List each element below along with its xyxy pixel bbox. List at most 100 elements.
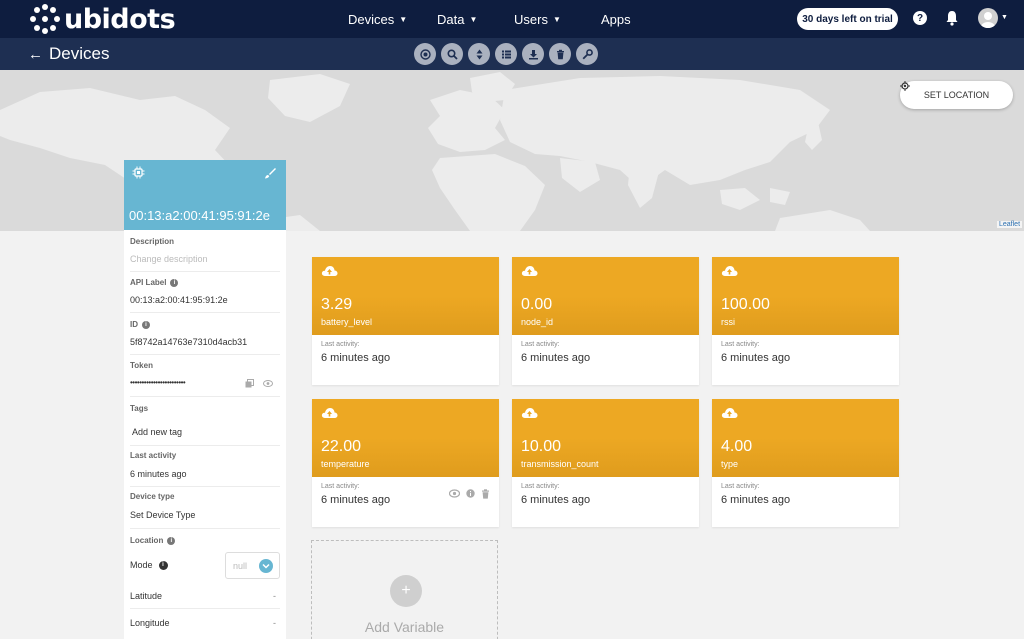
target-icon[interactable] [414,43,436,65]
latitude-value[interactable]: - [273,591,276,601]
variable-name: node_id [521,317,554,327]
mode-select[interactable]: null [225,552,280,579]
add-variable-button[interactable]: + Add Variable [311,540,498,639]
nav-devices-label: Devices [348,11,395,27]
divider [130,396,280,397]
crosshair-icon [900,81,910,91]
cloud-upload-icon [521,266,538,276]
variable-card-header: 10.00 transmission_count [512,399,699,477]
variable-value: 0.00 [521,296,553,313]
variable-name: battery_level [321,317,373,327]
add-variable-label: Add Variable [364,619,445,635]
eye-icon[interactable] [263,380,273,387]
nav-devices[interactable]: Devices ▼ [348,0,407,38]
divider [130,528,280,529]
bell-icon[interactable] [945,10,959,26]
nav-data[interactable]: Data ▼ [437,0,477,38]
map-attribution[interactable]: Leaflet [997,221,1023,228]
cloud-upload-icon [521,408,538,418]
last-activity-label: Last activity [130,451,177,460]
variable-card[interactable]: 10.00 transmission_count Last activity: … [512,399,699,527]
eye-icon[interactable] [449,489,460,498]
chip-icon [132,166,145,179]
description-input[interactable]: Change description [130,254,208,264]
longitude-value[interactable]: - [273,618,276,628]
logo-dots-icon [30,4,60,34]
cloud-upload-icon [321,408,338,418]
last-activity-time: 6 minutes ago [521,494,591,506]
device-header: 00:13:a2:00:41:95:91:2e [124,160,286,230]
info-icon[interactable]: i [170,278,179,287]
info-icon[interactable]: i [142,320,150,329]
add-tag-input[interactable]: Add new tag [132,427,182,437]
help-icon[interactable]: ? [913,11,927,25]
variable-card-header: 3.29 battery_level [312,257,499,335]
chevron-down-icon [259,559,273,573]
last-activity-time: 6 minutes ago [321,352,391,364]
variable-card[interactable]: 4.00 type Last activity: 6 minutes ago [712,399,899,527]
info-icon[interactable]: i [167,536,176,545]
caret-down-icon: ▼ [399,14,408,24]
search-icon[interactable] [441,43,463,65]
avatar-caret-icon[interactable]: ▼ [1001,14,1008,21]
set-location-label: SET LOCATION [923,90,990,100]
api-label-value[interactable]: 00:13:a2:00:41:95:91:2e [130,295,228,305]
info-icon[interactable]: i [158,560,168,570]
nav-apps[interactable]: Apps [601,0,631,38]
variable-name: transmission_count [521,459,599,469]
mode-label: Mode i [130,560,168,570]
variable-card-header: 0.00 node_id [512,257,699,335]
avatar[interactable] [978,8,998,28]
variable-value: 22.00 [321,438,362,455]
last-activity-label: Last activity: [521,483,560,490]
toolbar-buttons [414,43,598,65]
location-label: Location i [130,536,176,545]
variable-value: 10.00 [521,438,562,455]
page-toolbar: ← Devices [0,38,1024,70]
brush-icon[interactable] [264,167,276,179]
trash-icon[interactable] [481,489,490,499]
info-icon[interactable] [466,489,475,498]
user-avatar-icon [981,12,995,28]
arrow-left-icon: ← [28,45,43,63]
caret-down-icon: ▼ [552,14,561,24]
variable-card[interactable]: 22.00 temperature Last activity: 6 minut… [312,399,499,527]
copy-icon[interactable] [245,379,254,388]
variable-value: 4.00 [721,438,753,455]
last-activity-label: Last activity: [321,341,360,348]
variable-card-header: 4.00 type [712,399,899,477]
token-label: Token [130,361,153,370]
device-type-value[interactable]: Set Device Type [130,510,195,520]
last-activity-time: 6 minutes ago [321,494,391,506]
last-activity-time: 6 minutes ago [721,352,791,364]
divider [130,445,280,446]
back-to-devices[interactable]: ← Devices [28,38,109,70]
last-activity-time: 6 minutes ago [721,494,791,506]
list-icon[interactable] [495,43,517,65]
cloud-upload-icon [721,266,738,276]
last-activity-label: Last activity: [321,483,360,490]
description-label: Description [130,237,175,246]
variable-card[interactable]: 0.00 node_id Last activity: 6 minutes ag… [512,257,699,385]
nav-users[interactable]: Users ▼ [514,0,561,38]
cloud-upload-icon [321,266,338,276]
variable-name: rssi [721,317,735,327]
download-icon[interactable] [522,43,544,65]
variable-value: 3.29 [321,296,353,313]
delete-icon[interactable] [549,43,571,65]
tags-label: Tags [130,404,149,413]
caret-down-icon: ▼ [469,14,478,24]
id-label-text: ID [130,320,138,329]
last-activity-value: 6 minutes ago [130,469,187,479]
key-icon[interactable] [576,43,598,65]
sort-icon[interactable] [468,43,490,65]
variable-card[interactable]: 3.29 battery_level Last activity: 6 minu… [312,257,499,385]
id-value: 5f8742a14763e7310d4acb31 [130,337,248,347]
trial-button[interactable]: 30 days left on trial [797,8,898,30]
card-actions [449,489,490,499]
variable-card[interactable]: 100.00 rssi Last activity: 6 minutes ago [712,257,899,385]
set-location-button[interactable]: SET LOCATION [900,81,1013,109]
divider [130,312,280,313]
api-label-label-text: API Label [130,278,167,287]
logo[interactable]: ubidots [30,4,176,35]
